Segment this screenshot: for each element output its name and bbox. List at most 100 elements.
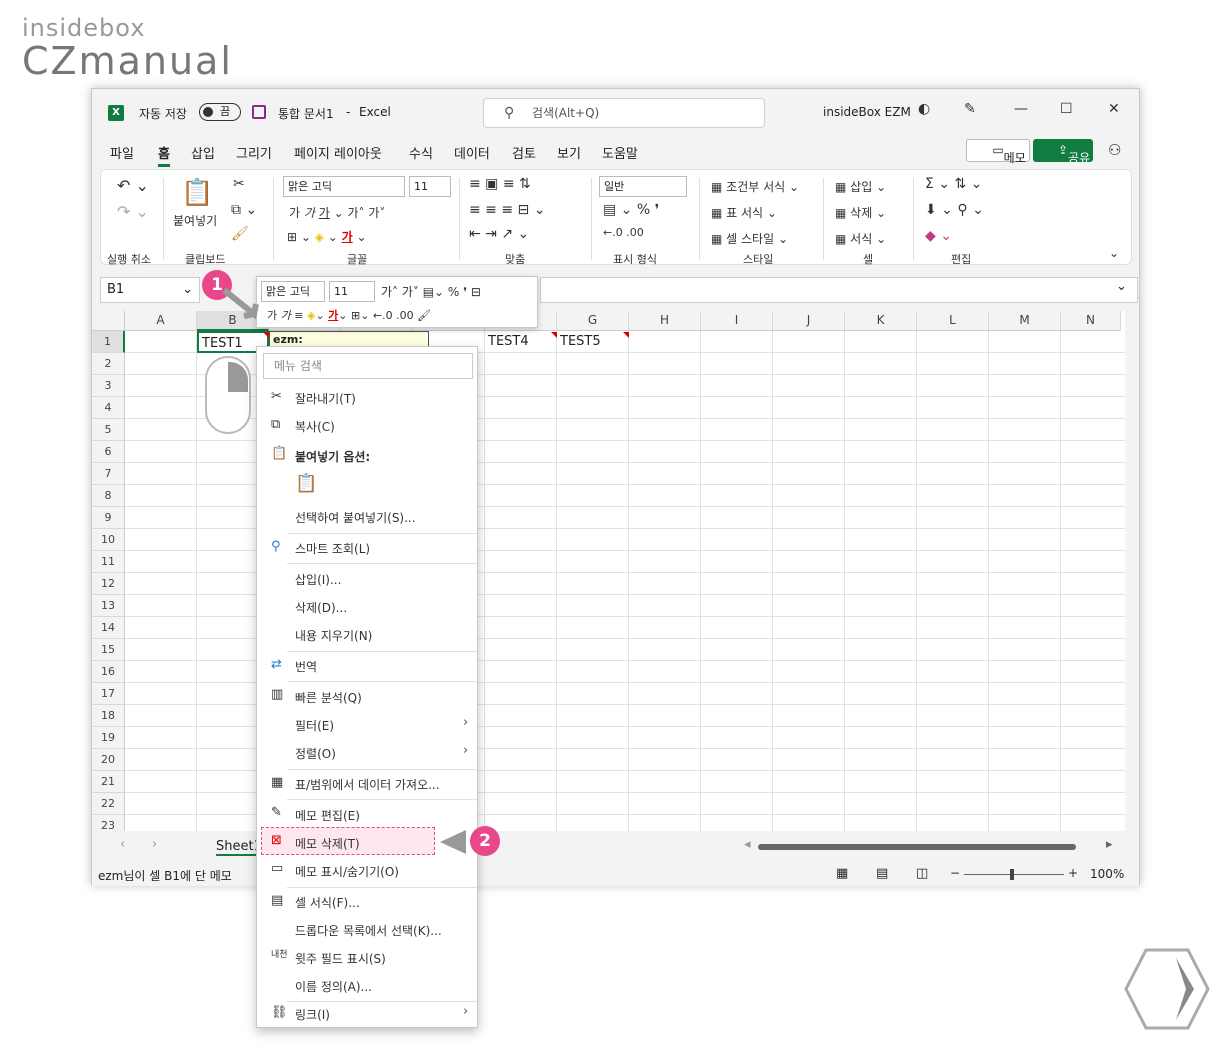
col-header-g[interactable]: G — [557, 311, 629, 331]
insert-cells-button[interactable]: ▦ 삽입 ⌄ — [835, 178, 886, 195]
menu-item-define-name[interactable]: 이름 정의(A)... — [295, 978, 372, 995]
menu-item-edit-note[interactable]: 메모 편집(E) — [295, 807, 360, 824]
row-header[interactable]: 17 — [92, 683, 125, 705]
redo-icon[interactable]: ↷ ⌄ — [117, 202, 149, 221]
zoom-level[interactable]: 100% — [1090, 867, 1124, 881]
menu-item-clear-contents[interactable]: 내용 지우기(N) — [295, 627, 372, 644]
number-format-select[interactable]: 일반 — [599, 176, 687, 197]
ribbon-collapse-icon[interactable]: ⌄ — [1109, 246, 1119, 260]
cell-style-button[interactable]: ▦ 셀 스타일 ⌄ — [711, 230, 788, 247]
autosum-icon[interactable]: Σ ⌄ ⇅ ⌄ — [925, 176, 982, 192]
row-header[interactable]: 15 — [92, 639, 125, 661]
col-header-l[interactable]: L — [917, 311, 989, 331]
clear-icon[interactable]: ◆ ⌄ — [925, 228, 952, 244]
menu-item-smart-lookup[interactable]: 스마트 조회(L) — [295, 540, 370, 557]
row-header[interactable]: 18 — [92, 705, 125, 727]
row-header[interactable]: 10 — [92, 529, 125, 551]
next-sheet-icon[interactable]: › — [152, 837, 157, 852]
close-icon[interactable]: ✕ — [1108, 101, 1120, 117]
row-header[interactable]: 21 — [92, 771, 125, 793]
menu-item-sort[interactable]: 정렬(O) — [295, 745, 336, 762]
row-header[interactable]: 19 — [92, 727, 125, 749]
expand-formula-icon[interactable]: ⌄ — [1116, 279, 1127, 294]
prev-sheet-icon[interactable]: ‹ — [120, 837, 125, 852]
menu-item-cut[interactable]: 잘라내기(T) — [295, 390, 356, 407]
cut-icon[interactable]: ✂ — [233, 176, 245, 192]
row-header[interactable]: 13 — [92, 595, 125, 617]
col-header-h[interactable]: H — [629, 311, 701, 331]
cell-f1[interactable]: TEST4 — [485, 331, 529, 353]
horizontal-scroll-thumb[interactable] — [758, 844, 1076, 850]
select-all-corner[interactable] — [92, 311, 125, 331]
tab-draw[interactable]: 그리기 — [236, 143, 272, 162]
decimal-icon[interactable]: ←.0 .00 — [603, 226, 644, 239]
paste-icon[interactable]: 📋 — [181, 178, 213, 208]
zoom-slider-thumb[interactable] — [1010, 869, 1014, 880]
mini-grow-font-icon[interactable]: 가˄ 가˅ ▤⌄ % ❜ ⊟ — [381, 283, 481, 300]
menu-item-translate[interactable]: 번역 — [295, 658, 317, 675]
table-format-button[interactable]: ▦ 표 서식 ⌄ — [711, 204, 777, 221]
pen-icon[interactable]: ✎ — [964, 101, 976, 117]
row-header[interactable]: 9 — [92, 507, 125, 529]
col-header-k[interactable]: K — [845, 311, 917, 331]
menu-item-show-hide-note[interactable]: 메모 표시/숨기기(O) — [295, 863, 399, 880]
share-button[interactable]: ⇪ 공유 — [1033, 139, 1093, 165]
row-header[interactable]: 12 — [92, 573, 125, 595]
borders-icon[interactable]: ⊞ ⌄ ◈ ⌄ 가 ⌄ — [287, 228, 367, 245]
menu-item-delete-note[interactable]: 메모 삭제(T) — [295, 835, 360, 852]
menu-item-paste-special[interactable]: 선택하여 붙여넣기(S)... — [295, 509, 416, 526]
col-header-i[interactable]: I — [701, 311, 773, 331]
indent-icon[interactable]: ⇤ ⇥ ↗ ⌄ — [469, 226, 529, 242]
mini-bold-icon[interactable]: 가 가 ≡ ◈⌄ 가⌄ ⊞⌄ ←.0 .00 🖌 — [267, 307, 431, 323]
zoom-slider[interactable] — [964, 874, 1064, 875]
currency-icon[interactable]: ▤ ⌄ % ❜ — [603, 202, 659, 218]
row-header[interactable]: 4 — [92, 397, 125, 419]
col-header-a[interactable]: A — [125, 311, 197, 331]
zoom-out-icon[interactable]: − — [950, 866, 960, 880]
row-header[interactable]: 16 — [92, 661, 125, 683]
tab-data[interactable]: 데이터 — [454, 143, 490, 162]
row-header[interactable]: 11 — [92, 551, 125, 573]
tab-formulas[interactable]: 수식 — [409, 143, 433, 162]
bold-icon[interactable]: 가 가 가 ⌄ 가˄ 가˅ — [289, 204, 385, 221]
paste-button[interactable]: 붙여넣기 — [173, 212, 217, 229]
row-header[interactable]: 20 — [92, 749, 125, 771]
mic-icon[interactable]: ◐ — [918, 101, 930, 117]
page-layout-view-icon[interactable]: ▤ — [876, 866, 888, 881]
col-header-m[interactable]: M — [989, 311, 1061, 331]
mini-size-select[interactable]: 11 — [329, 281, 375, 302]
row-header[interactable]: 22 — [92, 793, 125, 815]
paste-option-icon[interactable]: 📋 — [295, 473, 317, 494]
save-icon[interactable] — [252, 105, 266, 119]
menu-item-link[interactable]: 링크(I) — [295, 1006, 330, 1023]
row-header[interactable]: 8 — [92, 485, 125, 507]
tab-review[interactable]: 검토 — [512, 143, 536, 162]
menu-item-phonetic[interactable]: 윗주 필드 표시(S) — [295, 950, 386, 967]
menu-item-get-data[interactable]: 표/범위에서 데이터 가져오... — [295, 776, 440, 793]
font-size-select[interactable]: 11 — [409, 176, 451, 197]
font-name-select[interactable]: 맑은 고딕 — [283, 176, 405, 197]
row-header[interactable]: 23 — [92, 815, 125, 831]
zoom-in-icon[interactable]: + — [1068, 866, 1078, 880]
conditional-format-button[interactable]: ▦ 조건부 서식 ⌄ — [711, 178, 799, 195]
col-header-n[interactable]: N — [1061, 311, 1121, 331]
row-header[interactable]: 14 — [92, 617, 125, 639]
align-top-icon[interactable]: ≡ ▣ ≡ ⇅ — [469, 176, 531, 192]
tab-page-layout[interactable]: 페이지 레이아웃 — [294, 143, 382, 162]
prev-scroll-icon[interactable]: ◂ — [744, 837, 751, 852]
format-painter-icon[interactable]: 🖌 — [231, 226, 249, 242]
col-header-j[interactable]: J — [773, 311, 845, 331]
menu-item-format-cells[interactable]: 셀 서식(F)... — [295, 894, 360, 911]
align-left-icon[interactable]: ≡ ≡ ≡ ⊟ ⌄ — [469, 202, 545, 218]
coauthor-icon[interactable]: ⚇ — [1108, 141, 1121, 159]
menu-item-quick-analysis[interactable]: 빠른 분석(Q) — [295, 689, 362, 706]
row-header[interactable]: 5 — [92, 419, 125, 441]
row-header[interactable]: 7 — [92, 463, 125, 485]
row-header[interactable]: 2 — [92, 353, 125, 375]
delete-cells-button[interactable]: ▦ 삭제 ⌄ — [835, 204, 886, 221]
cell-g1[interactable]: TEST5 — [557, 331, 601, 353]
tab-help[interactable]: 도움말 — [602, 143, 638, 162]
formula-input[interactable] — [540, 277, 1138, 303]
menu-item-delete[interactable]: 삭제(D)... — [295, 599, 347, 616]
tab-file[interactable]: 파일 — [110, 143, 134, 162]
